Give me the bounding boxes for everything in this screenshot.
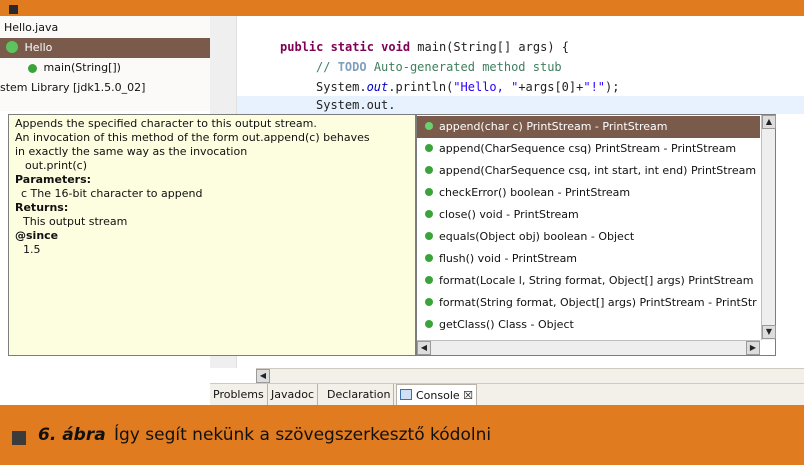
assist-item-label: close() void - PrintStream xyxy=(439,208,579,221)
assist-item-label: checkError() boolean - PrintStream xyxy=(439,186,631,199)
assist-item[interactable]: equals(Object obj) boolean - Object xyxy=(417,226,760,248)
assist-item-label: append(char c) PrintStream - PrintStream xyxy=(439,120,668,133)
class-icon xyxy=(6,41,18,53)
scroll-right-icon[interactable]: ▶ xyxy=(746,341,760,355)
javadoc-heading: @since xyxy=(15,229,59,242)
tree-item-method[interactable]: main(String[]) xyxy=(28,58,121,78)
method-icon xyxy=(425,166,433,174)
tab-label: Problems xyxy=(213,388,264,401)
method-icon xyxy=(425,320,433,328)
javadoc-tooltip: Appends the specified character to this … xyxy=(8,114,416,356)
assist-item[interactable]: format(String format, Object[] args) Pri… xyxy=(417,292,760,314)
caption-label: 6. ábra xyxy=(38,425,106,445)
code-line-comment: // TODO Auto-generated method stub xyxy=(316,60,562,74)
assist-item-label: append(CharSequence csq, int start, int … xyxy=(439,164,757,177)
assist-item[interactable]: flush() void - PrintStream xyxy=(417,248,760,270)
assist-item[interactable]: close() void - PrintStream xyxy=(417,204,760,226)
caption-bullet-icon xyxy=(12,431,26,445)
tab-label: Declaration xyxy=(327,388,391,401)
assist-vertical-scrollbar[interactable]: ▲ ▼ xyxy=(761,115,776,340)
tab-javadoc[interactable]: Javadoc xyxy=(268,384,318,406)
tree-item-label: stem Library [jdk1.5.0_02] xyxy=(0,81,146,94)
javadoc-line: Appends the specified character to this … xyxy=(15,117,317,130)
javadoc-heading: Parameters: xyxy=(15,173,92,186)
method-icon xyxy=(425,276,433,284)
content-assist-popup[interactable]: append(char c) PrintStream - PrintStream… xyxy=(416,114,776,356)
package-explorer: Hello.java Hello main(String[]) stem Lib… xyxy=(0,16,211,111)
code-text: .println( xyxy=(388,80,454,94)
javadoc-heading: Returns: xyxy=(15,201,69,214)
tree-item-label: main(String[]) xyxy=(43,61,121,74)
method-icon xyxy=(28,64,37,73)
tab-problems[interactable]: Problems xyxy=(210,384,268,406)
code-line-main: public static void main(String[] args) { xyxy=(280,40,569,54)
code-keyword: public static void xyxy=(280,40,411,54)
assist-item-label: format(Locale l, String format, Object[]… xyxy=(439,274,754,287)
code-line-println: System.out.println("Hello, "+args[0]+"!"… xyxy=(316,80,620,94)
javadoc-line: An invocation of this method of the form… xyxy=(15,131,370,144)
assist-item-label: append(CharSequence csq) PrintStream - P… xyxy=(439,142,737,155)
top-band xyxy=(0,0,804,16)
assist-item[interactable]: append(CharSequence csq, int start, int … xyxy=(417,160,760,182)
scroll-down-icon[interactable]: ▼ xyxy=(762,325,776,339)
tree-item-label: Hello xyxy=(24,41,53,54)
code-text: main(String[] args) { xyxy=(410,40,569,54)
figure-caption: 6. ábra Így segít nekünk a szövegszerkes… xyxy=(0,405,804,465)
method-icon xyxy=(425,210,433,218)
top-square-icon xyxy=(9,5,18,14)
bottom-tabbar: Problems Javadoc Declaration Console ☒ xyxy=(210,383,804,407)
javadoc-line: out.print(c) xyxy=(25,159,87,172)
tree-item-label: Hello.java xyxy=(4,21,59,34)
code-text: System.out. xyxy=(316,98,396,112)
method-icon xyxy=(425,188,433,196)
javadoc-line: 1.5 xyxy=(23,243,41,256)
javadoc-line: c The 16-bit character to append xyxy=(21,187,203,200)
caption-text: Így segít nekünk a szövegszerkesztő kódo… xyxy=(114,425,492,445)
tab-label: Javadoc xyxy=(271,388,314,401)
assist-item[interactable]: format(Locale l, String format, Object[]… xyxy=(417,270,760,292)
tab-label: Console ☒ xyxy=(416,389,474,402)
scroll-left-icon[interactable]: ◀ xyxy=(417,341,431,355)
code-text: System. xyxy=(316,80,367,94)
assist-item[interactable]: append(CharSequence csq) PrintStream - P… xyxy=(417,138,760,160)
assist-item[interactable]: checkError() boolean - PrintStream xyxy=(417,182,760,204)
scroll-up-icon[interactable]: ▲ xyxy=(762,115,776,129)
tree-item-library[interactable]: stem Library [jdk1.5.0_02] xyxy=(0,78,145,98)
assist-item[interactable]: getClass() Class - Object xyxy=(417,314,760,336)
tab-declaration[interactable]: Declaration xyxy=(324,384,395,406)
tree-item-file[interactable]: Hello.java xyxy=(4,18,58,38)
assist-item[interactable]: append(char c) PrintStream - PrintStream xyxy=(417,116,760,138)
method-icon xyxy=(425,254,433,262)
tab-console[interactable]: Console ☒ xyxy=(396,384,478,407)
code-string: "!" xyxy=(583,80,606,94)
code-string: "Hello, " xyxy=(453,80,519,94)
code-todo: TODO xyxy=(337,60,367,74)
scroll-left-icon[interactable]: ◀ xyxy=(256,369,270,383)
assist-item-label: getClass() Class - Object xyxy=(439,318,574,331)
console-icon xyxy=(400,389,412,400)
code-text: +args[0]+ xyxy=(518,80,584,94)
code-comment: // xyxy=(316,60,338,74)
method-icon xyxy=(425,144,433,152)
assist-horizontal-scrollbar[interactable]: ◀ ▶ xyxy=(417,340,760,355)
method-icon xyxy=(425,298,433,306)
tree-item-class[interactable]: Hello xyxy=(0,38,210,58)
method-icon xyxy=(425,232,433,240)
method-icon xyxy=(425,122,433,130)
assist-item-label: equals(Object obj) boolean - Object xyxy=(439,230,635,243)
code-text: ); xyxy=(605,80,620,94)
code-line-current: System.out. xyxy=(316,98,395,112)
editor-horizontal-scrollbar[interactable]: ◀ xyxy=(256,368,804,383)
code-field: out xyxy=(366,80,389,94)
javadoc-line: This output stream xyxy=(23,215,128,228)
assist-item-label: format(String format, Object[] args) Pri… xyxy=(439,296,757,309)
assist-item-label: flush() void - PrintStream xyxy=(439,252,578,265)
code-comment: Auto-generated method stub xyxy=(366,60,562,74)
javadoc-line: in exactly the same way as the invocatio… xyxy=(15,145,248,158)
